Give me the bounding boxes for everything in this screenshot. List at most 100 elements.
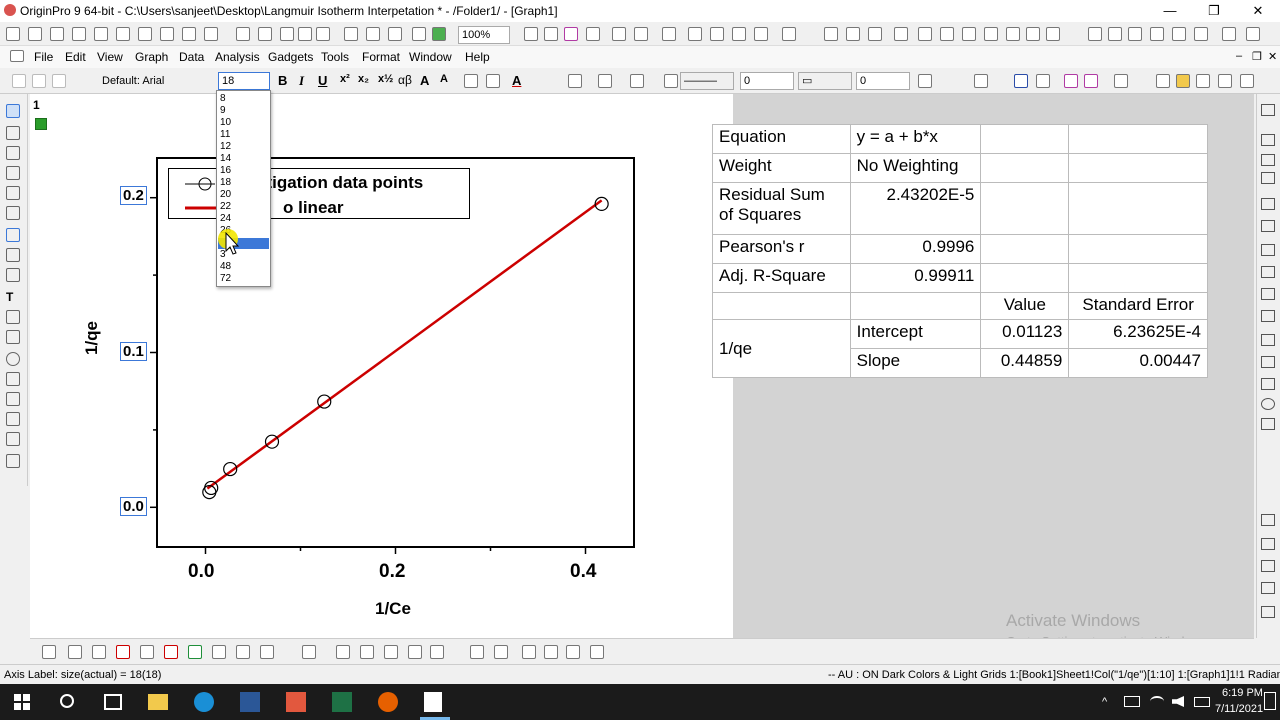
3d-surface-icon[interactable] [336, 645, 350, 659]
y-tick-label[interactable]: 0.1 [120, 342, 147, 361]
layer-tool-icon[interactable] [1261, 104, 1275, 116]
y-tick-label[interactable]: 0.0 [120, 497, 147, 516]
column-plot-icon[interactable] [116, 645, 130, 659]
font-size-dropdown[interactable]: 8 9 10 11 12 14 16 18 20 22 24 26 3 48 7… [216, 90, 271, 287]
table-icon[interactable] [1261, 418, 1275, 430]
align-bottom-icon[interactable] [1261, 560, 1275, 572]
file-explorer-icon[interactable] [148, 694, 168, 710]
multi-curve-icon[interactable] [140, 645, 154, 659]
more-plots-icon[interactable] [590, 645, 604, 659]
font-size-option[interactable]: 22 [220, 201, 231, 213]
contour-icon[interactable] [384, 645, 398, 659]
image-plot-icon[interactable] [408, 645, 422, 659]
battery-icon[interactable] [1124, 696, 1140, 707]
x-axis-title[interactable]: 1/Ce [375, 599, 411, 619]
volume-icon[interactable] [1172, 696, 1184, 707]
notification-icon[interactable] [1264, 692, 1276, 710]
font-size-option[interactable]: 9 [220, 105, 226, 117]
font-size-option[interactable]: 12 [220, 141, 231, 153]
empty-cell [980, 182, 1070, 235]
polar-plot-icon[interactable] [212, 645, 226, 659]
data-point [204, 480, 219, 496]
notepad-icon[interactable] [424, 692, 442, 712]
chevron-up-icon[interactable]: ^ [1102, 696, 1107, 708]
template-library-icon[interactable] [260, 645, 274, 659]
pareto-icon[interactable] [566, 645, 580, 659]
intercept-label: Intercept [849, 319, 982, 349]
rescale-icon[interactable] [1261, 266, 1275, 278]
status-text: Axis Label: size(actual) = 18(18) [4, 669, 162, 681]
add-layer-right-icon[interactable] [1261, 154, 1275, 166]
stock-plot-icon[interactable] [236, 645, 250, 659]
wifi-icon[interactable] [1150, 696, 1164, 707]
date-time-icon[interactable] [1261, 378, 1275, 390]
empty-cell [1068, 124, 1208, 154]
add-color-scale-icon[interactable] [1261, 310, 1275, 322]
font-size-option[interactable]: 16 [220, 165, 231, 177]
font-size-option[interactable]: 72 [220, 273, 231, 285]
empty-cell [1068, 234, 1208, 264]
pie-chart-icon[interactable] [164, 645, 178, 659]
slope-label: Slope [849, 348, 982, 378]
legend-box[interactable]: stigation data points o linear [168, 168, 470, 219]
font-size-option[interactable]: 14 [220, 153, 231, 165]
3d-bar-icon[interactable] [360, 645, 374, 659]
firefox-icon[interactable] [378, 692, 398, 712]
timer-icon[interactable] [1261, 398, 1275, 410]
origin-taskbar-icon[interactable] [286, 692, 306, 712]
clock-time[interactable]: 6:19 PM [1222, 687, 1263, 699]
scatter-plot-icon[interactable] [68, 645, 82, 659]
statistics-plot-icon[interactable] [470, 645, 484, 659]
y-axis-title[interactable]: 1/qe [82, 321, 102, 355]
pearson-label: Pearson's r [712, 234, 851, 264]
equation-label: Equation [712, 124, 851, 154]
add-legend-icon[interactable] [1261, 334, 1275, 346]
weight-value: No Weighting [849, 153, 982, 183]
excel-icon[interactable] [332, 692, 352, 712]
slope-error: 0.00447 [1068, 348, 1208, 378]
qc-chart-icon[interactable] [544, 645, 558, 659]
line-symbol-plot-icon[interactable] [92, 645, 106, 659]
arrange-layer-icon[interactable] [1261, 244, 1275, 256]
align-vertical-icon[interactable] [1261, 582, 1275, 594]
keyboard-icon[interactable] [1194, 697, 1210, 707]
add-layer-icon[interactable] [1261, 134, 1275, 146]
legend-item-linear-fit[interactable]: o linear [283, 198, 343, 218]
font-size-option[interactable]: 18 [220, 177, 231, 189]
add-axis-icon[interactable] [1261, 356, 1275, 368]
ternary-icon[interactable] [430, 645, 444, 659]
histogram-plot-icon[interactable] [522, 645, 536, 659]
font-size-option[interactable]: 11 [220, 129, 230, 141]
y-tick-label[interactable]: 0.2 [120, 186, 147, 205]
edge-icon[interactable] [194, 692, 214, 712]
empty-cell [1068, 153, 1208, 183]
search-icon[interactable] [60, 694, 74, 708]
add-layer-top-icon[interactable] [1261, 172, 1275, 184]
align-horizontal-icon[interactable] [1261, 606, 1275, 618]
font-size-option[interactable]: 10 [220, 117, 231, 129]
font-size-option[interactable]: 24 [220, 213, 231, 225]
extract-layer-icon[interactable] [1261, 288, 1275, 300]
task-view-icon[interactable] [104, 694, 122, 710]
add-inset-icon[interactable] [1261, 198, 1275, 210]
fit-results-table[interactable]: Equation y = a + b*x Weight No Weighting… [712, 124, 1208, 378]
legend-item-data-points[interactable]: stigation data points [257, 173, 423, 193]
word-icon[interactable] [240, 692, 260, 712]
clock-date[interactable]: 7/11/2021 [1215, 703, 1263, 715]
line-plot-icon[interactable] [42, 645, 56, 659]
merge-layer-icon[interactable] [1261, 220, 1275, 232]
align-left-right-icon[interactable] [1261, 514, 1275, 526]
align-top-icon[interactable] [1261, 538, 1275, 550]
font-size-option[interactable]: 8 [220, 93, 226, 105]
3d-plot-icon[interactable] [302, 645, 316, 659]
windows-start-icon[interactable] [14, 694, 30, 710]
area-plot-icon[interactable] [188, 645, 202, 659]
slope-value: 0.44859 [980, 348, 1070, 378]
font-size-option[interactable]: 48 [220, 261, 231, 273]
stderr-header: Standard Error [1068, 292, 1208, 320]
x-tick-label[interactable]: 0.0 [188, 561, 214, 583]
x-tick-label[interactable]: 0.2 [379, 561, 405, 583]
font-size-option[interactable]: 20 [220, 189, 231, 201]
x-tick-label[interactable]: 0.4 [570, 561, 596, 583]
box-chart-icon[interactable] [494, 645, 508, 659]
